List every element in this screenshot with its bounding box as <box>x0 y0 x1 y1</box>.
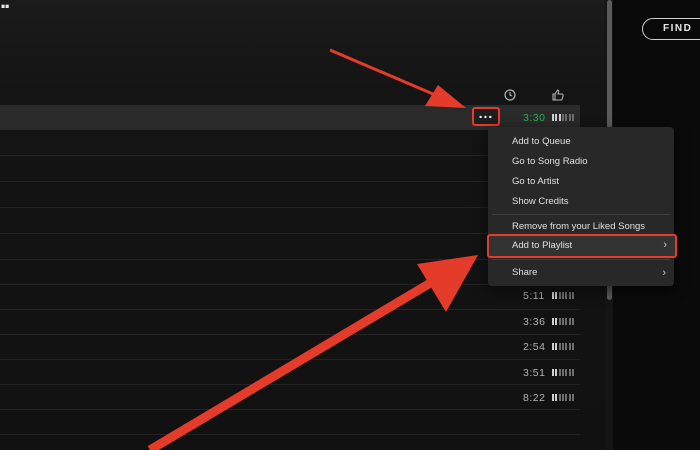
screenshot-stage: .. 3:30 5:11 3:36 2:54 3:51 8:22 ... FIN… <box>0 0 700 450</box>
annotation-arrows <box>147 48 478 450</box>
annotation-arrow-icon <box>147 255 478 450</box>
annotation-arrow-icon <box>329 48 466 108</box>
